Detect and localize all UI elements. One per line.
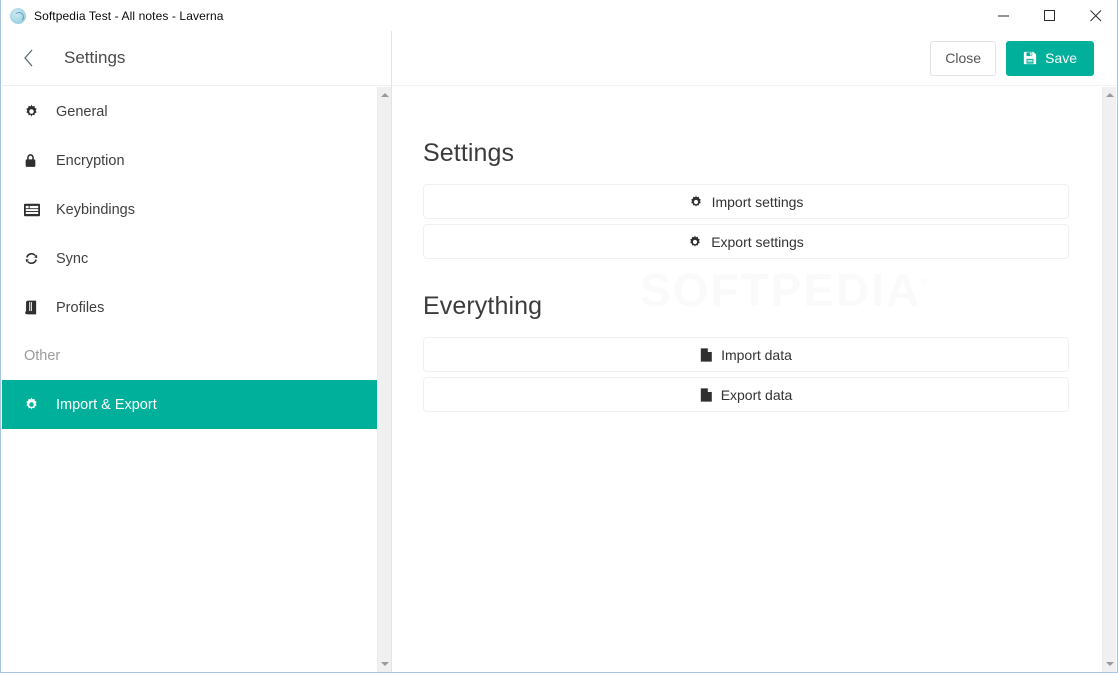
gear-icon [24, 104, 44, 119]
title-bar: Softpedia Test - All notes - Laverna [1, 0, 1117, 31]
button-label: Export data [720, 386, 793, 403]
book-icon [24, 300, 44, 315]
close-icon[interactable] [1073, 0, 1117, 31]
settings-content: SOFTPEDIA° Settings Import settings Expo… [392, 87, 1104, 672]
minimize-icon[interactable] [981, 0, 1027, 31]
sidebar-item-profiles[interactable]: Profiles [2, 283, 377, 332]
sidebar-item-import-export[interactable]: Import & Export [2, 380, 377, 429]
sidebar-item-general[interactable]: General [2, 87, 377, 136]
laverna-app-icon [10, 7, 26, 24]
app-window: Softpedia Test - All notes - Laverna Set… [0, 0, 1118, 673]
scroll-down-arrow[interactable] [1103, 656, 1117, 672]
gear-icon [689, 195, 703, 209]
lock-icon [24, 153, 44, 168]
sidebar-item-sync[interactable]: Sync [2, 234, 377, 283]
settings-header: Settings [2, 31, 391, 86]
scroll-up-arrow[interactable] [378, 87, 392, 103]
scroll-down-arrow[interactable] [378, 656, 392, 672]
section-title-settings: Settings [423, 139, 515, 167]
file-icon [700, 347, 712, 362]
floppy-save-icon [1023, 51, 1037, 65]
sidebar-item-encryption[interactable]: Encryption [2, 136, 377, 185]
maximize-icon[interactable] [1027, 0, 1073, 31]
sidebar-section-other: Other [24, 348, 61, 364]
scroll-up-arrow[interactable] [1103, 87, 1117, 103]
export-settings-button[interactable]: Export settings [423, 224, 1069, 259]
save-button[interactable]: Save [1006, 40, 1094, 76]
close-button[interactable]: Close [930, 40, 997, 76]
sidebar-item-label: General [56, 103, 108, 120]
content-scrollbar[interactable] [1102, 87, 1116, 672]
action-bar: Close Save [392, 31, 1117, 86]
export-data-button[interactable]: Export data [423, 377, 1069, 412]
sidebar-item-label: Profiles [56, 299, 105, 316]
import-settings-button[interactable]: Import settings [423, 184, 1069, 219]
keyboard-list-icon [24, 203, 44, 217]
chevron-left-icon[interactable] [12, 41, 46, 75]
import-data-button[interactable]: Import data [423, 337, 1069, 372]
gear-icon [24, 397, 44, 412]
sidebar-item-label: Import & Export [56, 396, 157, 413]
sidebar-item-label: Sync [56, 250, 89, 267]
sidebar-item-keybindings[interactable]: Keybindings [2, 185, 377, 234]
button-label: Import settings [711, 193, 804, 210]
save-button-label: Save [1045, 50, 1077, 66]
file-icon [700, 387, 712, 402]
window-controls [981, 0, 1117, 31]
button-label: Import data [721, 346, 792, 363]
section-title-everything: Everything [423, 292, 543, 320]
gear-icon [688, 235, 702, 249]
sync-refresh-icon [24, 251, 44, 266]
page-title: Settings [64, 48, 126, 67]
sidebar-item-label: Encryption [56, 152, 125, 169]
settings-sidebar: General Encryption Keybindings Sync Prof… [2, 87, 377, 672]
sidebar-item-label: Keybindings [56, 201, 135, 218]
sidebar-scrollbar[interactable] [377, 87, 391, 672]
button-label: Export settings [711, 233, 804, 250]
window-title: Softpedia Test - All notes - Laverna [34, 8, 224, 23]
